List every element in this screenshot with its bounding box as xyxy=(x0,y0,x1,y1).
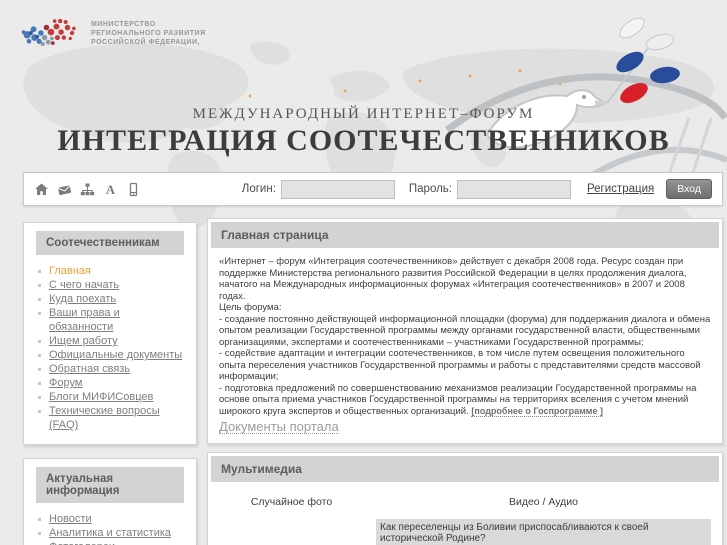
intro-paragraph: «Интернет – форум «Интеграция соотечеств… xyxy=(219,256,687,302)
sidebar-item-kuda-poehat: Куда поехать xyxy=(36,292,184,306)
main-content: Главная страница «Интернет – форум «Инте… xyxy=(207,218,723,545)
sidebar-item-s-chego-nachat: С чего начать xyxy=(36,278,184,292)
forum-subtitle: МЕЖДУНАРОДНЫЙ ИНТЕРНЕТ–ФОРУМ xyxy=(192,106,535,122)
sidebar-item-analitika: Аналитика и статистика xyxy=(36,526,184,540)
sidebar-item-rabota: Ищем работу xyxy=(36,334,184,348)
sidebar-menu: Главная С чего начать Куда поехать Ваши … xyxy=(36,264,184,432)
video-audio-label: Видео / Аудио xyxy=(508,495,579,508)
sidebar-block-title: Соотечественникам xyxy=(36,231,184,255)
sidebar-menu: Новости Аналитика и статистика Фотогалер… xyxy=(36,512,184,545)
ministry-emblem xyxy=(21,18,76,47)
forum-title: ИНТЕГРАЦИЯ СООТЕЧЕСТВЕННИКОВ xyxy=(57,124,670,157)
gosprogram-more-link[interactable]: [подробнее о Госпрограмме ] xyxy=(471,405,603,417)
toolbar-icons: A xyxy=(34,182,141,197)
masthead: МЕЖДУНАРОДНЫЙ ИНТЕРНЕТ–ФОРУМ ИНТЕГРАЦИЯ … xyxy=(0,106,727,158)
sidebar-block-actual-info: Актуальная информация Новости Аналитика … xyxy=(23,458,197,545)
portal-documents-link[interactable]: Документы портала xyxy=(219,420,339,434)
multimedia-title: Мультимедиа xyxy=(211,455,719,482)
login-form: Логин: Пароль: Регистрация Вход xyxy=(242,179,712,199)
video-audio-column: Видео / Аудио Как переселенцы из Боливии… xyxy=(364,496,711,545)
sidebar-item-dokumenty: Официальные документы xyxy=(36,348,184,362)
random-photo-label: Случайное фото xyxy=(250,495,333,508)
content-columns: Соотечественникам Главная С чего начать … xyxy=(23,218,723,545)
sidebar-item-forum: Форум xyxy=(36,376,184,390)
mobile-icon[interactable] xyxy=(126,182,141,197)
login-input[interactable] xyxy=(280,179,395,199)
page-title: Главная страница xyxy=(211,222,719,248)
sidebar-block-compatriots: Соотечественникам Главная С чего начать … xyxy=(23,222,197,445)
sidebar: Соотечественникам Главная С чего начать … xyxy=(23,218,197,545)
font-size-icon[interactable]: A xyxy=(103,182,118,197)
page: МИНИСТЕРСТВО РЕГИОНАЛЬНОГО РАЗВИТИЯ РОСС… xyxy=(0,0,727,545)
password-input[interactable] xyxy=(457,179,571,199)
svg-text:A: A xyxy=(106,182,116,197)
main-page-box: Главная страница «Интернет – форум «Инте… xyxy=(207,218,723,444)
page-text: «Интернет – форум «Интеграция соотечеств… xyxy=(211,256,719,435)
enter-button[interactable]: Вход xyxy=(666,179,712,199)
goal-label: Цель форума: xyxy=(219,302,282,313)
home-icon[interactable] xyxy=(34,182,49,197)
login-bar: A Логин: Пароль: Регистрация Вход xyxy=(23,172,723,206)
goal-paragraph: - подготовка предложений по совершенство… xyxy=(219,382,697,417)
sitemap-icon[interactable] xyxy=(80,182,95,197)
mail-icon[interactable] xyxy=(57,182,72,197)
sidebar-item-glavnaya: Главная xyxy=(36,264,184,278)
goal-paragraph: - создание постоянно действующей информа… xyxy=(219,313,711,348)
sidebar-item-prava: Ваши права и обязанности xyxy=(36,306,184,334)
random-photo-column: Случайное фото xyxy=(219,496,364,545)
sidebar-block-title: Актуальная информация xyxy=(36,467,184,503)
register-link[interactable]: Регистрация xyxy=(587,183,654,195)
ministry-logo: МИНИСТЕРСТВО РЕГИОНАЛЬНОГО РАЗВИТИЯ РОСС… xyxy=(18,12,206,54)
login-label: Логин: xyxy=(241,183,276,195)
multimedia-box: Мультимедиа Случайное фото Видео / Аудио… xyxy=(207,451,723,545)
sidebar-item-faq: Технические вопросы (FAQ) xyxy=(36,404,184,432)
sidebar-item-novosti: Новости xyxy=(36,512,184,526)
sidebar-item-fotogalerei: Фотогалереи xyxy=(36,540,184,545)
ministry-name: МИНИСТЕРСТВО РЕГИОНАЛЬНОГО РАЗВИТИЯ РОСС… xyxy=(91,20,206,46)
video-title-highlight: Как переселенцы из Боливии приспосаблива… xyxy=(376,518,711,545)
goal-paragraph: - содействие адаптации и интеграции соот… xyxy=(219,348,701,382)
multimedia-columns: Случайное фото Видео / Аудио Как пересел… xyxy=(211,490,719,545)
password-label: Пароль: xyxy=(408,183,452,195)
sidebar-item-blogi: Блоги МИФИСовцев xyxy=(36,390,184,404)
sidebar-item-obratnaya-svyaz: Обратная связь xyxy=(36,362,184,376)
